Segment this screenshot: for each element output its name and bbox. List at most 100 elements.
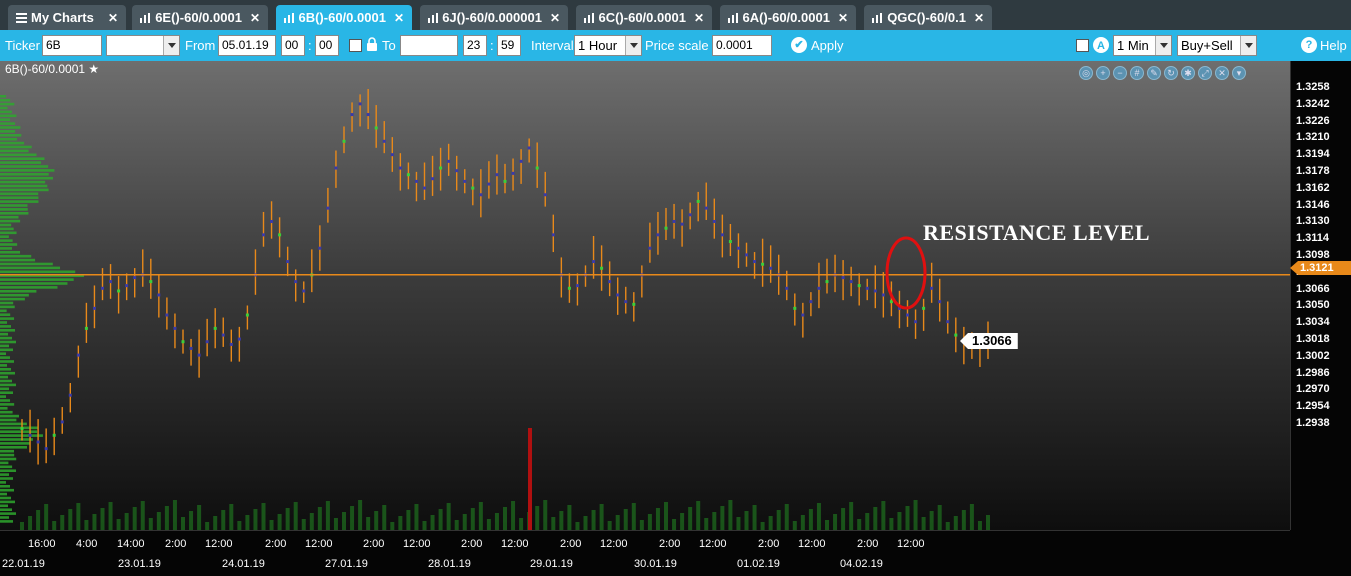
close-icon[interactable]: ✕ <box>386 11 404 25</box>
resistance-annotation: RESISTANCE LEVEL <box>923 220 1151 245</box>
time-tick-label: 2:00 <box>265 538 287 550</box>
date-tick-label: 30.01.19 <box>634 558 677 570</box>
tab-label: 6E()-60/0.0001 <box>155 10 242 25</box>
from-date-input[interactable]: 05.01.19 <box>218 35 276 56</box>
tab-my-charts[interactable]: My Charts ✕ <box>8 5 126 30</box>
chart-symbol-label: 6B()-60/0.0001 <box>5 62 86 76</box>
tab-6e[interactable]: 6E()-60/0.0001 ✕ <box>132 5 268 30</box>
time-tick-label: 2:00 <box>461 538 483 550</box>
current-price-value: 1.3121 <box>1300 262 1334 274</box>
price-scale-input[interactable]: 0.0001 <box>712 35 772 56</box>
time-tick-label: 16:00 <box>28 538 56 550</box>
toolbar: Ticker 6B From 05.01.19 00 : 00 To 23 : … <box>0 30 1351 61</box>
chevron-down-icon <box>163 36 179 55</box>
price-tick-label: 1.3258 <box>1296 81 1330 93</box>
to-hour-input[interactable]: 23 <box>463 35 487 56</box>
from-minute-input[interactable]: 00 <box>315 35 339 56</box>
close-icon[interactable]: ✕ <box>686 11 704 25</box>
refresh-icon[interactable]: ↻ <box>1164 66 1178 80</box>
price-tick-label: 1.3050 <box>1296 299 1330 312</box>
time-tick-label: 2:00 <box>165 538 187 550</box>
help-link[interactable]: Help <box>1320 35 1347 56</box>
auto-checkbox[interactable] <box>1076 39 1089 52</box>
price-tick-label: 1.3098 <box>1296 249 1330 261</box>
time-tick-label: 2:00 <box>659 538 681 550</box>
price-tick-label: 1.3002 <box>1296 349 1330 362</box>
grid-icon[interactable]: # <box>1130 66 1144 80</box>
close-icon[interactable]: ✕ <box>830 11 848 25</box>
close-icon[interactable]: ✕ <box>100 11 118 25</box>
time-tick-label: 14:00 <box>117 538 145 550</box>
time-tick-label: 4:00 <box>76 538 98 550</box>
tab-6c[interactable]: 6C()-60/0.0001 ✕ <box>576 5 712 30</box>
chevron-down-icon <box>1155 36 1171 55</box>
exchange-select[interactable] <box>106 35 180 56</box>
side-select[interactable]: Buy+Sell <box>1177 35 1257 56</box>
time-tick-label: 12:00 <box>699 538 727 550</box>
menu-icon <box>16 11 27 25</box>
date-tick-label: 28.01.19 <box>428 558 471 570</box>
price-tick-label: 1.3066 <box>1296 282 1330 295</box>
price-tick-label: 1.3242 <box>1296 97 1330 110</box>
close-icon[interactable]: ✕ <box>242 11 260 25</box>
close-icon[interactable]: ✕ <box>966 11 984 25</box>
help-icon[interactable]: ? <box>1301 37 1317 53</box>
time-tick-label: 12:00 <box>897 538 925 550</box>
ticker-label: Ticker <box>5 38 40 53</box>
time-tick-label: 12:00 <box>205 538 233 550</box>
interval-select[interactable]: 1 Hour <box>574 35 642 56</box>
date-tick-label: 23.01.19 <box>118 558 161 570</box>
ticker-input[interactable]: 6B <box>42 35 102 56</box>
tab-qgc[interactable]: QGC()-60/0.1 ✕ <box>864 5 992 30</box>
tab-bar: My Charts ✕ 6E()-60/0.0001 ✕ 6B()-60/0.0… <box>0 0 1351 30</box>
settings-icon[interactable]: ✱ <box>1181 66 1195 80</box>
time-tick-label: 2:00 <box>363 538 385 550</box>
time-separator: : <box>308 38 312 53</box>
timeframe-select[interactable]: 1 Min <box>1113 35 1172 56</box>
chart-area[interactable] <box>0 61 1290 530</box>
to-date-input[interactable] <box>400 35 458 56</box>
tab-label: 6B()-60/0.0001 <box>298 10 386 25</box>
chart-icon <box>428 12 438 23</box>
timeframe-value: 1 Min <box>1117 38 1149 53</box>
pencil-icon[interactable]: ✎ <box>1147 66 1161 80</box>
from-hour-input[interactable]: 00 <box>281 35 305 56</box>
close-icon[interactable]: ✕ <box>542 11 560 25</box>
collapse-icon[interactable]: ▾ <box>1232 66 1246 80</box>
price-tick-label: 1.3146 <box>1296 198 1330 211</box>
last-price-label: 1.3066 <box>960 333 1018 349</box>
tab-6j[interactable]: 6J()-60/0.000001 ✕ <box>420 5 568 30</box>
time-tick-label: 2:00 <box>758 538 780 550</box>
star-icon[interactable]: ★ <box>85 62 99 76</box>
auto-icon[interactable]: A <box>1093 37 1109 53</box>
to-enable-checkbox[interactable] <box>349 39 362 52</box>
price-tick-label: 1.3210 <box>1296 131 1330 144</box>
time-tick-label: 12:00 <box>798 538 826 550</box>
to-minute-input[interactable]: 59 <box>497 35 521 56</box>
time-tick-label: 12:00 <box>305 538 333 550</box>
tab-6b[interactable]: 6B()-60/0.0001 ✕ <box>276 5 412 30</box>
side-value: Buy+Sell <box>1181 38 1233 53</box>
price-tick-label: 1.3162 <box>1296 181 1330 194</box>
chevron-down-icon <box>625 36 641 55</box>
expand-icon[interactable]: ⤢ <box>1198 66 1212 80</box>
zoom-fit-icon[interactable]: ◎ <box>1079 66 1093 80</box>
date-tick-label: 04.02.19 <box>840 558 883 570</box>
close-icon[interactable]: ✕ <box>1215 66 1229 80</box>
chart-icon <box>584 12 594 23</box>
apply-button[interactable]: Apply <box>811 35 844 56</box>
lock-icon[interactable] <box>366 36 378 57</box>
chart-icon <box>284 12 294 23</box>
check-circle-icon[interactable]: ✔ <box>791 37 807 53</box>
time-tick-label: 2:00 <box>857 538 879 550</box>
price-tick-label: 1.3194 <box>1296 148 1330 161</box>
current-price-tag: 1.3121 <box>1290 261 1351 275</box>
time-tick-label: 12:00 <box>600 538 628 550</box>
tab-6a[interactable]: 6A()-60/0.0001 ✕ <box>720 5 856 30</box>
tab-label: QGC()-60/0.1 <box>887 10 966 25</box>
date-tick-label: 24.01.19 <box>222 558 265 570</box>
zoom-out-icon[interactable]: − <box>1113 66 1127 80</box>
time-separator: : <box>490 38 494 53</box>
zoom-in-icon[interactable]: + <box>1096 66 1110 80</box>
price-tick-label: 1.3034 <box>1296 316 1330 329</box>
